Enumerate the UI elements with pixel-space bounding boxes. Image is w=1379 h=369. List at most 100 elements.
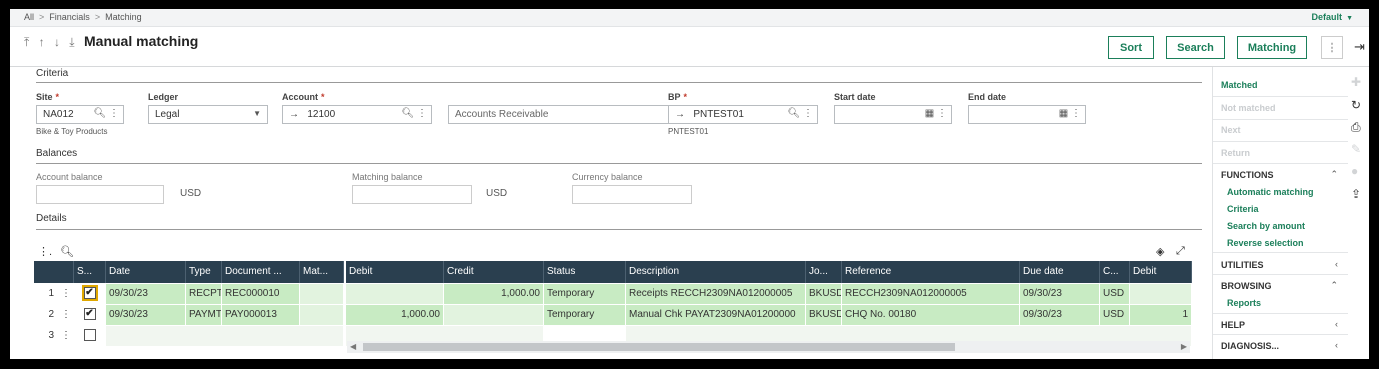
utilities-header[interactable]: UTILITIES [1221,260,1264,270]
breadcrumb-matching[interactable]: Matching [105,12,142,22]
breadcrumb-financials[interactable]: Financials [49,12,90,22]
site-description: Bike & Toy Products [36,127,108,136]
more-actions-button[interactable]: ⋮ [1321,36,1343,59]
start-date-field[interactable]: ▦ ⋮ [834,105,952,124]
criteria-section-title: Criteria [36,68,69,79]
export-icon[interactable]: ⇪ [1351,187,1361,201]
journal-cell: BKUSD [806,284,842,304]
expand-icon[interactable]: ⤢ [1176,245,1185,258]
chevron-left-icon[interactable]: ‹ [1335,319,1338,329]
functions-header[interactable]: FUNCTIONS [1221,170,1274,180]
account-label: Account * [282,92,325,102]
column-header[interactable]: Debit [344,261,444,283]
column-header[interactable]: Jo... [806,261,842,283]
site-field[interactable]: NA012 🔍︎ ⋮ [36,105,124,124]
bp-field[interactable]: → PNTEST01 🔍︎ ⋮ [668,105,818,124]
calendar-icon[interactable]: ▦ ⋮ [1059,108,1081,119]
details-grid: S... Date Type Document ... Mat... Debit… [34,261,1192,353]
lookup-icons[interactable]: 🔍︎ ⋮ [402,108,427,119]
row-menu-icon[interactable]: ⋮ [58,326,74,346]
scroll-left-icon[interactable]: ◀ [350,341,356,353]
grid-options-icon[interactable]: ⋮. [38,245,52,258]
row-menu-icon[interactable]: ⋮ [58,305,74,325]
table-row[interactable]: 2 ⋮ ✔ 09/30/23 PAYMT PAY000013 1,000.00 … [34,305,1192,325]
select-checkbox[interactable]: ✔ [74,305,106,325]
automatic-matching-link[interactable]: Automatic matching [1227,187,1314,197]
column-header[interactable]: S... [74,261,106,283]
divider [1213,163,1349,164]
browsing-header[interactable]: BROWSING [1221,281,1272,291]
document-cell: REC000010 [222,284,300,304]
exit-icon[interactable]: ⇥ [1354,39,1365,55]
due-date-cell: 09/30/23 [1020,284,1100,304]
column-header[interactable]: Due date [1020,261,1100,283]
debit2-cell: 1 [1130,305,1192,325]
app-window: All > Financials > Matching Default ▼ ⤒ ↑ ↓ ⤓… [10,9,1369,359]
divider [1213,141,1349,142]
search-button[interactable]: Search [1166,36,1225,59]
criteria-link[interactable]: Criteria [1227,204,1259,214]
return-action: Return [1221,148,1250,158]
column-header[interactable]: C... [1100,261,1130,283]
divider [36,163,1202,164]
select-checkbox[interactable]: ✔ [74,284,106,304]
divider [1213,334,1349,335]
column-header[interactable]: Date [106,261,186,283]
horizontal-scrollbar[interactable]: ◀ ▶ [347,341,1190,353]
help-header[interactable]: HELP [1221,320,1245,330]
bp-description: PNTEST01 [668,127,709,136]
layers-icon[interactable]: ◈ [1156,245,1164,258]
column-header[interactable]: Debit [1130,261,1192,283]
column-header[interactable]: Reference [842,261,1020,283]
chevron-up-icon[interactable]: ⌃ [1330,169,1338,180]
select-checkbox[interactable] [74,326,106,346]
chevron-left-icon[interactable]: ‹ [1335,259,1338,269]
scroll-right-icon[interactable]: ▶ [1181,341,1187,353]
column-header[interactable]: Type [186,261,222,283]
search-by-amount-link[interactable]: Search by amount [1227,221,1305,231]
end-date-label: End date [968,92,1007,102]
account-field[interactable]: → 12100 🔍︎ ⋮ [282,105,432,124]
reverse-selection-link[interactable]: Reverse selection [1227,238,1304,248]
chevron-up-icon[interactable]: ⌃ [1330,280,1338,291]
refresh-icon[interactable]: ↻ [1351,98,1361,112]
chevron-left-icon[interactable]: ‹ [1335,340,1338,350]
sort-button[interactable]: Sort [1108,36,1154,59]
arrow-right-icon: → [675,109,694,120]
icon-toolbar: ✚ ↻ ⎙ ✎ ● ⇪ [1348,67,1369,359]
empty-cells[interactable] [106,326,344,346]
document-cell: PAY000013 [222,305,300,325]
ledger-select[interactable]: Legal ▼ [148,105,268,124]
bp-label: BP * [668,92,688,102]
column-header[interactable]: Mat... [300,261,344,283]
default-selector[interactable]: Default ▼ [1312,12,1353,22]
table-row[interactable]: 1 ⋮ ✔ 09/30/23 RECPT REC000010 1,000.00 … [34,284,1192,304]
status-cell: Temporary [544,284,626,304]
matched-action[interactable]: Matched [1221,80,1258,90]
column-header[interactable]: Status [544,261,626,283]
reports-link[interactable]: Reports [1227,298,1261,308]
attachment-icon: ✎ [1351,142,1362,156]
matching-button[interactable]: Matching [1237,36,1307,59]
currency-balance-label: Currency balance [572,172,643,182]
print-icon[interactable]: ⎙ [1351,120,1361,135]
scroll-thumb[interactable] [363,343,955,351]
calendar-icon[interactable]: ▦ ⋮ [925,108,947,119]
mat-cell [300,284,344,304]
lookup-icons[interactable]: 🔍︎ ⋮ [788,108,813,119]
end-date-field[interactable]: ▦ ⋮ [968,105,1086,124]
breadcrumb-all[interactable]: All [24,12,34,22]
column-header[interactable]: Credit [444,261,544,283]
reference-cell: RECCH2309NA012000005 [842,284,1020,304]
diagnosis-header[interactable]: DIAGNOSIS... [1221,341,1279,351]
column-header[interactable]: Document ... [222,261,300,283]
caret-down-icon: ▼ [1346,15,1353,22]
divider [1213,274,1349,275]
record-navigation-arrows[interactable]: ⤒ ↑ ↓ ⤓ [24,35,78,50]
search-icon[interactable]: 🔍︎ [60,245,74,258]
account-balance-currency: USD [180,188,202,199]
column-header[interactable]: Description [626,261,806,283]
row-menu-icon[interactable]: ⋮ [58,284,74,304]
start-date-label: Start date [834,92,876,102]
lookup-icons[interactable]: 🔍︎ ⋮ [94,108,119,119]
